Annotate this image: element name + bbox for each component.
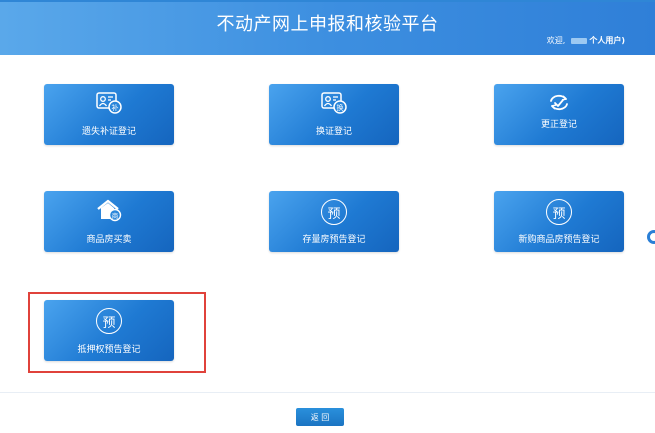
tile-label: 新购商品房预告登记	[518, 235, 600, 245]
tile-new-commercial-house-pre-notice[interactable]: 预 新购商品房预告登记	[494, 191, 624, 252]
back-button[interactable]: 返 回	[296, 408, 344, 426]
tile-exchange-registration[interactable]: 换 换证登记	[269, 84, 399, 145]
tile-correction-registration[interactable]: 更正登记	[494, 84, 624, 145]
page-header: 不动产网上申报和核验平台 欢迎, 个人用户)	[0, 0, 655, 55]
floating-service-icon[interactable]	[647, 230, 655, 244]
tile-existing-house-pre-notice[interactable]: 预 存量房预告登记	[269, 191, 399, 252]
welcome-suffix: 个人用户)	[589, 36, 625, 45]
tile-label: 换证登记	[315, 127, 352, 137]
tile-label: 遗失补证登记	[81, 127, 136, 137]
tile-mortgage-pre-notice[interactable]: 预 抵押权预告登记	[44, 300, 174, 361]
page-title: 不动产网上申报和核验平台	[216, 14, 439, 35]
svg-text:换: 换	[337, 103, 344, 112]
svg-text:补: 补	[112, 103, 119, 112]
svg-text:商: 商	[112, 211, 119, 220]
pre-notice-icon: 预	[321, 199, 347, 225]
refresh-correction-icon	[550, 94, 568, 111]
welcome-text: 欢迎, 个人用户)	[547, 35, 625, 46]
id-card-replace-icon: 补	[96, 92, 122, 114]
house-commerce-icon: 商	[97, 199, 122, 222]
id-card-exchange-icon: 换	[321, 92, 347, 114]
tile-label: 商品房买卖	[86, 235, 132, 245]
tile-label: 存量房预告登记	[302, 235, 366, 245]
pre-notice-icon: 预	[96, 308, 122, 334]
user-name-redacted	[571, 37, 588, 44]
welcome-prefix: 欢迎,	[546, 36, 566, 45]
tile-label: 抵押权预告登记	[77, 345, 141, 355]
tile-label: 更正登记	[540, 120, 577, 130]
footer-divider	[0, 392, 655, 393]
pre-notice-icon: 预	[546, 199, 572, 225]
tile-lost-replacement-registration[interactable]: 补 遗失补证登记	[44, 84, 174, 145]
tile-commercial-house-sale[interactable]: 商 商品房买卖	[44, 191, 174, 252]
